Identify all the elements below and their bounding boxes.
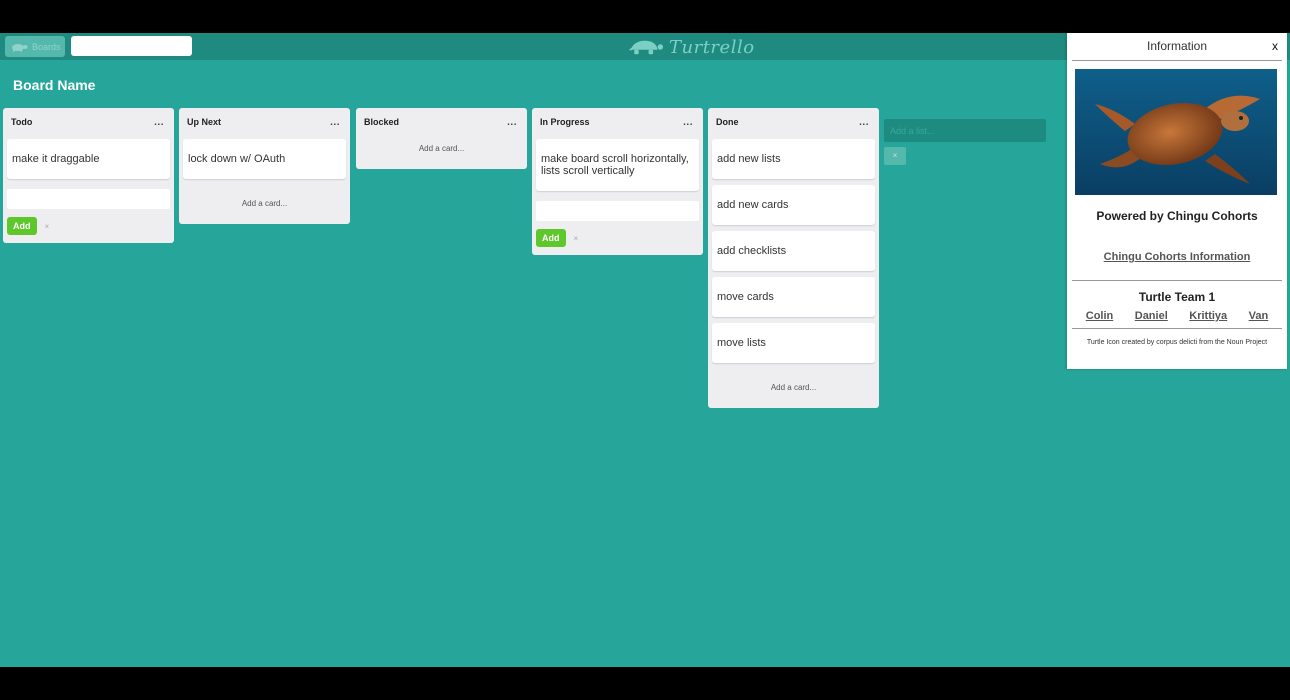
- list-menu-button[interactable]: ...: [330, 117, 340, 128]
- info-panel: Information x Powered by Chingu Cohorts …: [1067, 33, 1287, 369]
- close-icon[interactable]: x: [1272, 33, 1278, 60]
- card[interactable]: add new cards: [712, 185, 875, 225]
- card[interactable]: add new lists: [712, 139, 875, 179]
- add-card-link[interactable]: Add a card...: [183, 185, 346, 216]
- list-menu-button[interactable]: ...: [683, 117, 693, 128]
- boards-label: Boards: [32, 41, 61, 52]
- search-input[interactable]: [71, 36, 192, 56]
- card[interactable]: make it draggable: [7, 139, 170, 179]
- divider: [1072, 328, 1282, 329]
- turtle-icon: [12, 43, 28, 51]
- member-link-van[interactable]: Van: [1249, 310, 1269, 322]
- logo-text: Turtrello: [669, 36, 755, 58]
- member-link-colin[interactable]: Colin: [1086, 310, 1114, 322]
- list-menu-button[interactable]: ...: [859, 117, 869, 128]
- list-up-next: Up Next ... lock down w/ OAuth Add a car…: [179, 108, 350, 224]
- turtle-logo-icon: [628, 40, 663, 55]
- list-header: Done ...: [712, 108, 875, 136]
- list-title[interactable]: In Progress: [540, 117, 590, 127]
- powered-by-text: Powered by Chingu Cohorts: [1096, 209, 1258, 223]
- member-link-daniel[interactable]: Daniel: [1135, 310, 1168, 322]
- list-header: Blocked ...: [360, 108, 523, 136]
- new-card-input[interactable]: [7, 189, 170, 209]
- team-title: Turtle Team 1: [1138, 290, 1216, 304]
- cancel-add-list-button[interactable]: ×: [884, 147, 906, 165]
- card-composer-actions: Add ×: [7, 217, 170, 235]
- member-link-krittiya[interactable]: Krittiya: [1189, 310, 1227, 322]
- new-card-input[interactable]: [536, 201, 699, 221]
- list-header: In Progress ...: [536, 108, 699, 136]
- list-done: Done ... add new lists add new cards add…: [708, 108, 879, 408]
- boards-button[interactable]: Boards: [5, 36, 65, 57]
- card[interactable]: move cards: [712, 277, 875, 317]
- list-menu-button[interactable]: ...: [507, 117, 517, 128]
- add-card-link[interactable]: Add a card...: [712, 369, 875, 400]
- cancel-icon[interactable]: ×: [574, 234, 579, 243]
- list-header: Up Next ...: [183, 108, 346, 136]
- board-app: Boards Turtrello Board Name Todo ... mak…: [0, 33, 1290, 667]
- team-members: Colin Daniel Krittiya Van: [1067, 310, 1287, 322]
- divider: [1072, 280, 1282, 281]
- app-logo[interactable]: Turtrello: [627, 35, 755, 59]
- card[interactable]: move lists: [712, 323, 875, 363]
- cancel-icon[interactable]: ×: [45, 222, 50, 231]
- list-title[interactable]: Blocked: [364, 117, 399, 127]
- list-menu-button[interactable]: ...: [154, 117, 164, 128]
- list-blocked: Blocked ... Add a card...: [356, 108, 527, 169]
- list-todo: Todo ... make it draggable Add ×: [3, 108, 174, 243]
- list-in-progress: In Progress ... make board scroll horizo…: [532, 108, 703, 255]
- add-card-button[interactable]: Add: [7, 217, 37, 235]
- add-list-input[interactable]: [884, 119, 1046, 142]
- info-header: Information x: [1067, 33, 1287, 60]
- add-card-button[interactable]: Add: [536, 229, 566, 247]
- card-composer-actions: Add ×: [536, 229, 699, 247]
- sea-turtle-image: [1075, 69, 1277, 195]
- divider: [1072, 60, 1282, 61]
- chingu-info-link[interactable]: Chingu Cohorts Information: [1067, 251, 1287, 263]
- icon-credit: Turtle Icon created by corpus delicti fr…: [1086, 339, 1268, 346]
- add-card-link[interactable]: Add a card...: [360, 136, 523, 161]
- card[interactable]: lock down w/ OAuth: [183, 139, 346, 179]
- card[interactable]: add checklists: [712, 231, 875, 271]
- info-title: Information: [1146, 39, 1208, 53]
- list-title[interactable]: Done: [716, 117, 739, 127]
- list-title[interactable]: Todo: [11, 117, 32, 127]
- list-header: Todo ...: [7, 108, 170, 136]
- card[interactable]: make board scroll horizontally, lists sc…: [536, 139, 699, 191]
- list-title[interactable]: Up Next: [187, 117, 221, 127]
- board-title[interactable]: Board Name: [13, 77, 95, 93]
